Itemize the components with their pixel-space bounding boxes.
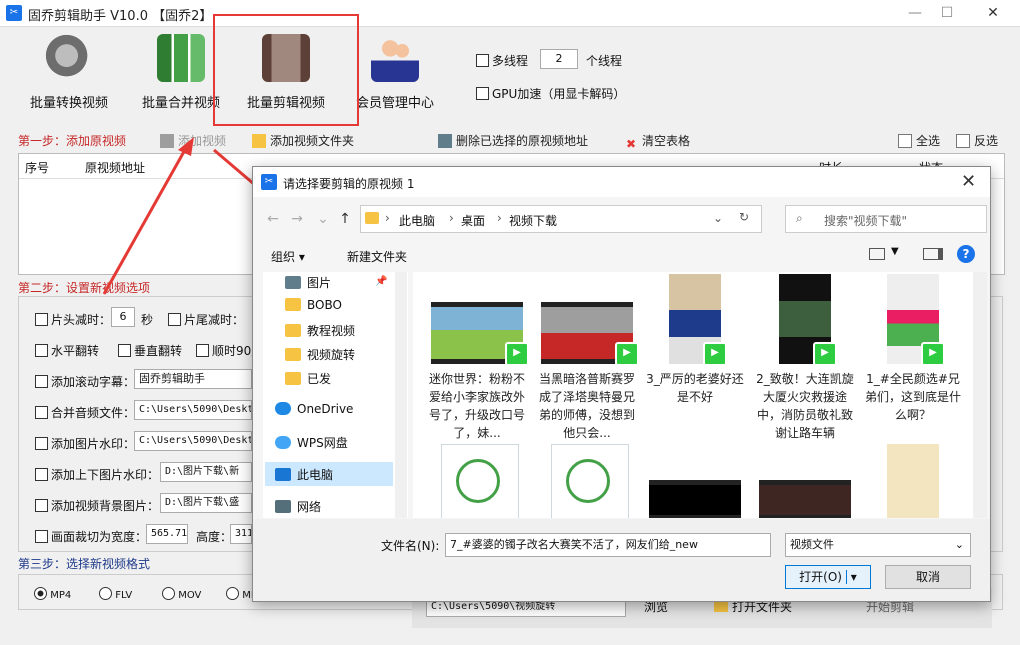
crumb-video-downloads[interactable]: 视频下载 bbox=[509, 212, 557, 229]
play-icon bbox=[566, 459, 610, 503]
navigation-pane: 图片 📌 BOBO 教程视频 视频旋转 已发 OneDrive WPS网盘 此电… bbox=[263, 272, 408, 518]
breadcrumb-sep: › bbox=[449, 211, 454, 225]
pin-icon[interactable]: 📌 bbox=[375, 276, 387, 287]
folder-icon bbox=[285, 324, 301, 337]
dialog-close-icon[interactable]: ✕ bbox=[961, 171, 976, 192]
wechat-video-icon: ▶ bbox=[921, 342, 945, 366]
crumb-desktop[interactable]: 桌面 bbox=[461, 212, 485, 229]
file-scrollbar[interactable] bbox=[973, 272, 987, 518]
nav-label: WPS网盘 bbox=[297, 436, 348, 450]
command-bar: 组织 ▾ 新建文件夹 ▼ ? bbox=[263, 243, 981, 267]
filetype-value: 视频文件 bbox=[790, 538, 834, 551]
file-name[interactable]: 迷你世界：粉粉不爱给小李家族改外号了，升级改口号了，妹... bbox=[427, 370, 527, 442]
open-file-dialog: ✂ 请选择要剪辑的原视频 1 ✕ ← → ⌄ ↑ › 此电脑 › 桌面 › 视频… bbox=[252, 166, 991, 602]
nav-label: 视频旋转 bbox=[307, 348, 356, 362]
arrow-to-add-video bbox=[102, 147, 188, 295]
nav-label: 此电脑 bbox=[297, 468, 334, 482]
back-arrow-icon[interactable]: ← bbox=[263, 211, 283, 231]
path-breadcrumb[interactable]: › 此电脑 › 桌面 › 视频下载 ⌄ ↻ bbox=[360, 205, 762, 233]
file-name[interactable]: 当黑暗洛普斯赛罗成了泽塔奥特曼兄弟的师傅，没想到他只会... bbox=[537, 370, 637, 442]
nav-label: OneDrive bbox=[297, 402, 354, 416]
breadcrumb-sep: › bbox=[497, 211, 502, 225]
organize-button[interactable]: 组织 ▾ bbox=[271, 248, 305, 265]
folder-icon bbox=[365, 212, 379, 224]
split-chevron-icon[interactable]: ▾ bbox=[845, 570, 857, 584]
address-row: ← → ⌄ ↑ › 此电脑 › 桌面 › 视频下载 ⌄ ↻ ⌕ 搜索"视频下载" bbox=[263, 205, 987, 235]
wechat-video-icon: ▶ bbox=[813, 342, 837, 366]
cancel-button[interactable]: 取消 bbox=[885, 565, 971, 589]
nav-network[interactable]: 网络 bbox=[275, 498, 415, 520]
nav-label: 教程视频 bbox=[307, 324, 356, 338]
refresh-icon[interactable]: ↻ bbox=[739, 210, 749, 224]
folder-icon bbox=[285, 372, 301, 385]
nav-label: 网络 bbox=[297, 500, 322, 514]
dialog-footer: 文件名(N): 7_#婆婆的镯子改名大赛笑不活了，网友们给_new 视频文件 ⌄ … bbox=[253, 519, 990, 601]
nav-scrollbar[interactable] bbox=[395, 272, 407, 518]
wechat-video-icon: ▶ bbox=[703, 342, 727, 366]
play-icon bbox=[456, 459, 500, 503]
app-logo-icon: ✂ bbox=[261, 174, 277, 190]
arrowhead-icon bbox=[178, 137, 194, 156]
preview-pane-icon[interactable] bbox=[923, 248, 943, 260]
file-list-pane: ▶ 迷你世界：粉粉不爱给小李家族改外号了，升级改口号了，妹... ▶ 当黑暗洛普… bbox=[413, 272, 987, 518]
dialog-titlebar: ✂ 请选择要剪辑的原视频 1 ✕ bbox=[253, 167, 990, 197]
nav-this-pc[interactable]: 此电脑 bbox=[275, 466, 415, 488]
open-button[interactable]: 打开(O) ▾ bbox=[785, 565, 871, 589]
search-box[interactable]: ⌕ 搜索"视频下载" bbox=[785, 205, 987, 233]
new-folder-button[interactable]: 新建文件夹 bbox=[347, 248, 407, 265]
file-name[interactable]: 3_严厉的老婆好还是不好 bbox=[645, 370, 745, 406]
file-thumbnail[interactable] bbox=[649, 480, 741, 518]
open-label: 打开(O) bbox=[799, 570, 842, 584]
filename-input[interactable]: 7_#婆婆的镯子改名大赛笑不活了，网友们给_new bbox=[445, 533, 771, 557]
filename-label: 文件名(N): bbox=[381, 539, 440, 553]
crumb-this-pc[interactable]: 此电脑 bbox=[399, 212, 435, 229]
folder-icon bbox=[285, 298, 301, 311]
forward-arrow-icon[interactable]: → bbox=[287, 211, 307, 231]
dialog-title: 请选择要剪辑的原视频 1 bbox=[283, 177, 415, 191]
cloud-icon bbox=[275, 436, 291, 449]
video-file-icon[interactable] bbox=[551, 444, 629, 518]
video-file-icon[interactable] bbox=[441, 444, 519, 518]
wechat-video-icon: ▶ bbox=[615, 342, 639, 366]
chevron-down-icon: ⌄ bbox=[954, 538, 964, 551]
breadcrumb-sep: › bbox=[385, 211, 390, 225]
filetype-select[interactable]: 视频文件 ⌄ bbox=[785, 533, 971, 557]
chevron-down-icon[interactable]: ▼ bbox=[891, 246, 899, 257]
pictures-icon bbox=[285, 276, 301, 289]
organize-label: 组织 bbox=[271, 250, 296, 264]
nav-label: 图片 bbox=[307, 276, 332, 290]
nav-onedrive[interactable]: OneDrive bbox=[275, 402, 415, 424]
network-icon bbox=[275, 500, 291, 513]
view-mode-icon[interactable] bbox=[869, 248, 885, 260]
cloud-icon bbox=[275, 402, 291, 415]
nav-label: 已发 bbox=[307, 372, 332, 386]
computer-icon bbox=[275, 468, 291, 481]
file-thumbnail[interactable] bbox=[887, 444, 939, 518]
file-name[interactable]: 1_#全民颜选#兄弟们，这到底是什么啊？ bbox=[863, 370, 963, 424]
search-placeholder: 搜索"视频下载" bbox=[824, 214, 908, 228]
up-arrow-icon[interactable]: ↑ bbox=[335, 211, 355, 231]
nav-wps[interactable]: WPS网盘 bbox=[275, 434, 415, 456]
recent-chevron-icon[interactable]: ⌄ bbox=[313, 211, 333, 231]
file-thumbnail[interactable] bbox=[759, 480, 851, 518]
wechat-video-icon: ▶ bbox=[505, 342, 529, 366]
nav-label: BOBO bbox=[307, 298, 342, 312]
folder-icon bbox=[285, 348, 301, 361]
chevron-down-icon[interactable]: ⌄ bbox=[713, 211, 723, 225]
search-icon: ⌕ bbox=[796, 211, 803, 225]
help-icon[interactable]: ? bbox=[957, 245, 975, 263]
file-name[interactable]: 2_致敬！大连凯旋大厦火灾救援途中，消防员敬礼致谢让路车辆 bbox=[755, 370, 855, 442]
